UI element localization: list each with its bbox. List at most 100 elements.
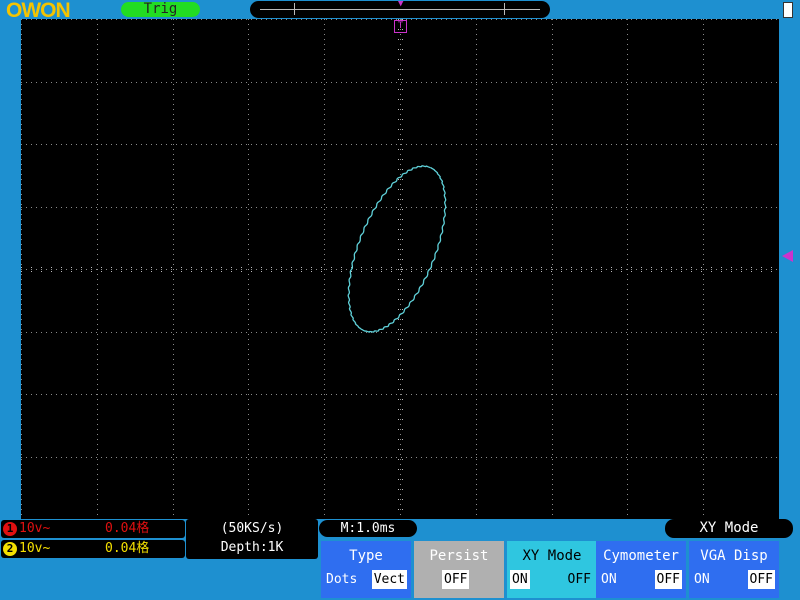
graticule-dot xyxy=(261,144,262,145)
graticule-dot xyxy=(173,64,174,65)
graticule-dot xyxy=(627,349,628,350)
graticule-dot xyxy=(324,434,325,435)
graticule-dot xyxy=(248,174,249,175)
graticule-dot xyxy=(71,394,72,395)
graticule-dot xyxy=(248,494,249,495)
graticule-dot xyxy=(703,64,704,65)
graticule-dot xyxy=(476,259,477,260)
graticule-dot xyxy=(97,464,98,465)
graticule-dot xyxy=(476,104,477,105)
graticule-dot xyxy=(591,19,592,20)
softkey-persist[interactable]: Persist OFF xyxy=(414,541,504,598)
graticule-dot xyxy=(248,349,249,350)
graticule-dot xyxy=(191,332,192,333)
graticule-dot xyxy=(248,474,249,475)
graticule-dot xyxy=(173,359,174,360)
graticule-dot xyxy=(248,144,249,145)
graticule-dot xyxy=(351,144,352,145)
graticule-dot xyxy=(21,259,22,260)
graticule-dot xyxy=(476,239,477,240)
owon-logo: OWON xyxy=(6,0,71,22)
graticule-dot xyxy=(248,94,249,95)
graticule-dot xyxy=(626,394,627,395)
graticule-dot xyxy=(741,82,742,83)
graticule-dot xyxy=(161,207,162,208)
graticule-dot xyxy=(398,399,399,400)
softkey-cymometer[interactable]: Cymometer ON OFF xyxy=(596,541,686,598)
graticule-dot xyxy=(248,244,249,245)
graticule-dot xyxy=(400,414,401,415)
graticule-dot xyxy=(656,207,657,208)
graticule-dot xyxy=(736,19,737,20)
graticule-dot xyxy=(400,229,401,230)
graticule-dot xyxy=(248,399,249,400)
graticule-dot xyxy=(191,144,192,145)
graticule-dot xyxy=(776,207,777,208)
graticule-dot xyxy=(248,184,249,185)
graticule-dot xyxy=(336,269,337,270)
graticule-dot xyxy=(400,304,401,305)
graticule-dot xyxy=(691,82,692,83)
softkey-vga-disp[interactable]: VGA Disp ON OFF xyxy=(689,541,779,598)
graticule-dot xyxy=(476,414,477,415)
graticule-dot xyxy=(476,499,477,500)
graticule-dot xyxy=(346,269,347,270)
graticule-dot xyxy=(461,82,462,83)
graticule-dot xyxy=(566,19,567,20)
graticule-dot xyxy=(248,204,249,205)
softkey-xy-mode[interactable]: XY Mode ON OFF xyxy=(507,541,597,598)
graticule-dot xyxy=(716,332,717,333)
graticule-dot xyxy=(771,332,772,333)
graticule-dot xyxy=(396,144,397,145)
graticule-dot xyxy=(71,207,72,208)
graticule-dot xyxy=(251,394,252,395)
graticule-dot xyxy=(398,49,399,50)
graticule-dot xyxy=(656,144,657,145)
graticule-dot xyxy=(196,82,197,83)
graticule-dot xyxy=(261,457,262,458)
graticule-dot xyxy=(101,19,102,20)
graticule-dot xyxy=(411,144,412,145)
graticule-dot xyxy=(756,19,757,20)
graticule-dot xyxy=(400,214,401,215)
graticule-dot xyxy=(401,394,402,395)
graticule-dot xyxy=(476,344,477,345)
graticule-dot xyxy=(51,394,52,395)
graticule-dot xyxy=(21,64,22,65)
graticule-dot xyxy=(431,19,432,20)
graticule-dot xyxy=(552,509,553,510)
graticule-dot xyxy=(400,239,401,240)
graticule-dot xyxy=(400,169,401,170)
graticule-dot xyxy=(552,499,553,500)
graticule-dot xyxy=(476,264,477,265)
graticule-dot xyxy=(491,271,492,272)
graticule-dot xyxy=(751,394,752,395)
graticule-dot xyxy=(581,144,582,145)
graticule-dot xyxy=(248,84,249,85)
graticule-dot xyxy=(361,207,362,208)
graticule-dot xyxy=(324,409,325,410)
graticule-dot xyxy=(86,332,87,333)
graticule-dot xyxy=(736,82,737,83)
graticule-dot xyxy=(400,79,401,80)
graticule-dot xyxy=(231,267,232,268)
graticule-dot xyxy=(552,294,553,295)
graticule-dot xyxy=(601,144,602,145)
graticule-dot xyxy=(248,119,249,120)
graticule-dot xyxy=(351,332,352,333)
softkey-type[interactable]: Type Dots Vect xyxy=(321,541,411,598)
graticule-dot xyxy=(552,409,553,410)
graticule-dot xyxy=(541,144,542,145)
graticule-dot xyxy=(703,509,704,510)
graticule-dot xyxy=(451,267,452,268)
graticule-dot xyxy=(601,332,602,333)
graticule-dot xyxy=(516,19,517,20)
graticule-dot xyxy=(751,207,752,208)
graticule-dot xyxy=(248,59,249,60)
graticule-dot xyxy=(21,459,22,460)
graticule-dot xyxy=(400,39,401,40)
trigger-position-icon: T xyxy=(394,20,407,33)
graticule-dot xyxy=(641,457,642,458)
graticule-dot xyxy=(248,279,249,280)
graticule-dot xyxy=(627,59,628,60)
